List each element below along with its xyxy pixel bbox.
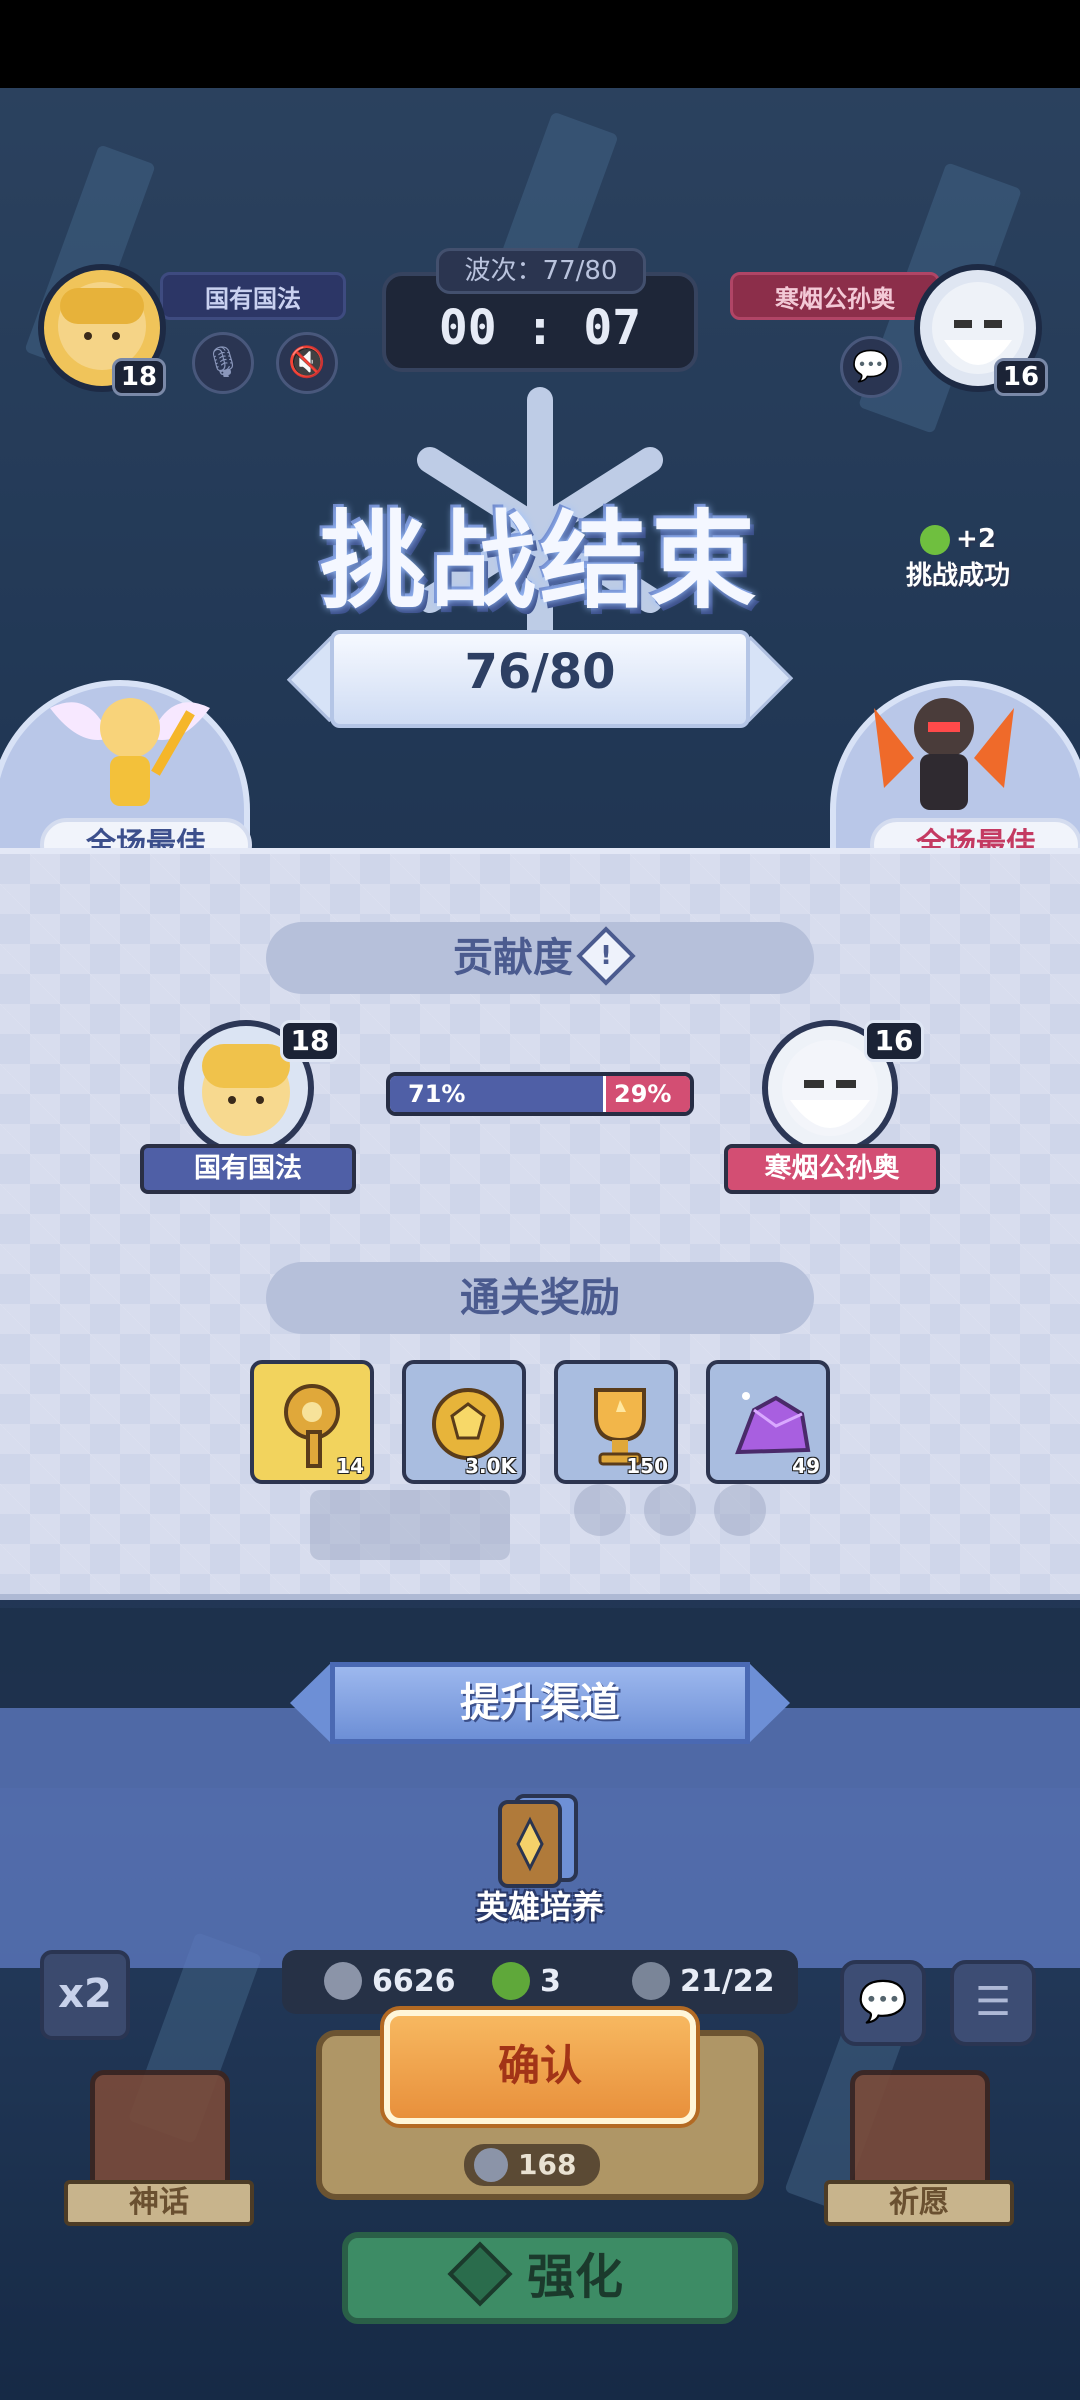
- mute-mic-icon[interactable]: 🎙: [192, 332, 254, 394]
- contribution-bar: 71% 29%: [386, 1072, 694, 1116]
- info-icon[interactable]: !: [576, 926, 636, 986]
- chat-icon[interactable]: 💬: [840, 336, 902, 398]
- ghost-heroes-icon: [574, 1484, 766, 1536]
- reward-trophy[interactable]: 150: [554, 1360, 678, 1484]
- summon-cost-value: 168: [518, 2148, 577, 2181]
- unit-count: 21/22: [680, 1963, 775, 1999]
- contribution-right: 29%: [603, 1076, 690, 1112]
- upgrade-channel-title: 提升渠道: [330, 1662, 750, 1744]
- coin-icon: [324, 1962, 362, 2000]
- contribution-title: 贡献度: [453, 935, 573, 981]
- clover-count: 3: [540, 1963, 561, 1999]
- top-right-level: 16: [994, 358, 1048, 396]
- countdown-timer: 00 : 07: [438, 300, 642, 356]
- unit-icon: [632, 1962, 670, 2000]
- rewards-header: 通关奖励: [266, 1262, 814, 1334]
- resource-bar: 6626 3 21/22: [282, 1950, 798, 2014]
- channel-arrow-left: [290, 1662, 332, 1744]
- success-text: 挑战成功: [905, 560, 1010, 591]
- mute-speaker-icon[interactable]: 🔇: [276, 332, 338, 394]
- success-bonus: +2: [956, 524, 996, 554]
- status-bar: [0, 0, 1080, 88]
- enhance-label: 强化: [526, 2249, 623, 2305]
- player-right-level: 16: [864, 1020, 924, 1062]
- mech-hero-icon: [874, 698, 1014, 810]
- reward-key[interactable]: 14: [250, 1360, 374, 1484]
- channel-arrow-right: [748, 1662, 790, 1744]
- coin-icon: [474, 2148, 508, 2182]
- contribution-header: 贡献度!: [266, 922, 814, 994]
- top-left-name: 国有国法: [160, 272, 346, 320]
- coin-count: 6626: [372, 1963, 456, 1999]
- reward-gold[interactable]: 3.0K: [402, 1360, 526, 1484]
- angel-hero-icon: [50, 698, 210, 806]
- contribution-left: 71%: [390, 1076, 603, 1112]
- summon-cost: 168: [464, 2144, 600, 2186]
- menu-button[interactable]: ☰: [950, 1960, 1036, 2046]
- player-left-name: 国有国法: [140, 1144, 356, 1194]
- reward-crystal[interactable]: 49: [706, 1360, 830, 1484]
- enhance-button[interactable]: 强化: [342, 2232, 738, 2324]
- speed-x2-button[interactable]: x2: [40, 1950, 130, 2040]
- challenge-success-tag: +2 挑战成功: [906, 524, 1010, 592]
- player-left-level: 18: [280, 1020, 340, 1062]
- wave-counter: 波次：77/80: [436, 248, 646, 294]
- chat-button[interactable]: 💬: [840, 1960, 926, 2046]
- hero-card-icon[interactable]: [490, 1790, 586, 1890]
- clover-icon: [920, 524, 951, 555]
- enhance-icon: [447, 2241, 513, 2307]
- confirm-button[interactable]: 确认: [384, 2010, 696, 2124]
- ghost-chest-icon: [310, 1490, 510, 1560]
- hero-training-label[interactable]: 英雄培养: [440, 1882, 640, 1928]
- clover-icon: [492, 1962, 530, 2000]
- player-right-name: 寒烟公孙奥: [724, 1144, 940, 1194]
- wish-shop-label[interactable]: 祈愿: [824, 2180, 1014, 2226]
- reward-crystal-count: 49: [792, 1454, 820, 1478]
- final-score: 76/80: [464, 644, 616, 700]
- top-left-level: 18: [112, 358, 166, 396]
- mythic-shop-label[interactable]: 神话: [64, 2180, 254, 2226]
- top-right-name: 寒烟公孙奥: [730, 272, 940, 320]
